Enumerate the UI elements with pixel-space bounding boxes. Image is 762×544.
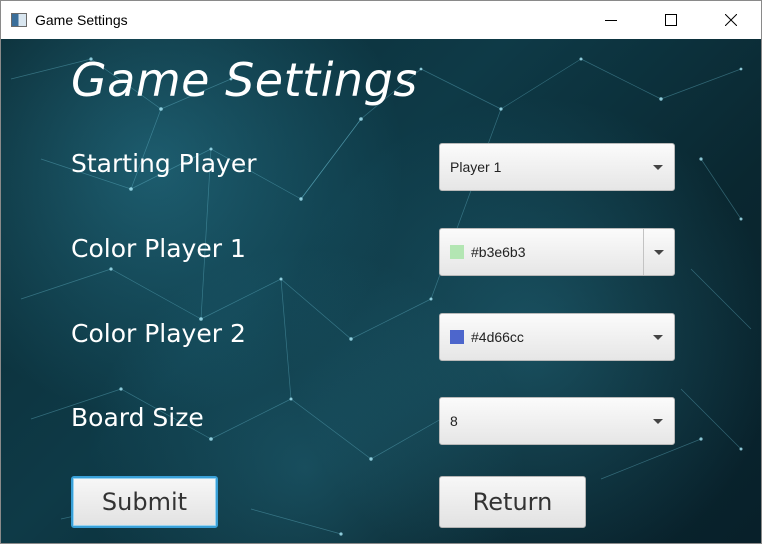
- close-button[interactable]: [701, 1, 761, 39]
- app-icon: [11, 13, 27, 27]
- game-settings-window: Game Settings Game Settings Starting Pla…: [0, 0, 762, 544]
- close-icon: [725, 14, 737, 26]
- maximize-button[interactable]: [641, 1, 701, 39]
- minimize-icon: [605, 20, 617, 21]
- color-player-1-label: Color Player 1: [71, 234, 246, 263]
- settings-panel: Game Settings Starting Player Player 1 C…: [1, 39, 761, 543]
- color-player-2-value: #4d66cc: [471, 329, 524, 345]
- chevron-down-icon: [653, 164, 663, 170]
- color-player-1-value: #b3e6b3: [471, 244, 526, 260]
- chevron-down-icon: [653, 334, 663, 340]
- return-button[interactable]: Return: [439, 476, 586, 528]
- color-picker-dropdown-button[interactable]: [643, 229, 674, 275]
- window-title: Game Settings: [35, 12, 128, 28]
- color-player-2-label: Color Player 2: [71, 319, 246, 348]
- board-size-value: 8: [450, 413, 458, 429]
- color-player-1-picker[interactable]: #b3e6b3: [439, 228, 675, 276]
- starting-player-value: Player 1: [450, 159, 502, 175]
- chevron-down-icon: [653, 418, 663, 424]
- color-swatch: [450, 245, 464, 259]
- chevron-down-icon: [654, 249, 664, 255]
- starting-player-select[interactable]: Player 1: [439, 143, 675, 191]
- submit-button[interactable]: Submit: [71, 476, 218, 528]
- board-size-select[interactable]: 8: [439, 397, 675, 445]
- network-background-image: [10, 57, 752, 536]
- minimize-button[interactable]: [581, 1, 641, 39]
- starting-player-label: Starting Player: [71, 149, 257, 178]
- color-player-2-picker[interactable]: #4d66cc: [439, 313, 675, 361]
- color-swatch: [450, 330, 464, 344]
- maximize-icon: [665, 14, 677, 26]
- board-size-label: Board Size: [71, 403, 204, 432]
- page-title: Game Settings: [71, 53, 418, 107]
- title-bar[interactable]: Game Settings: [1, 1, 761, 39]
